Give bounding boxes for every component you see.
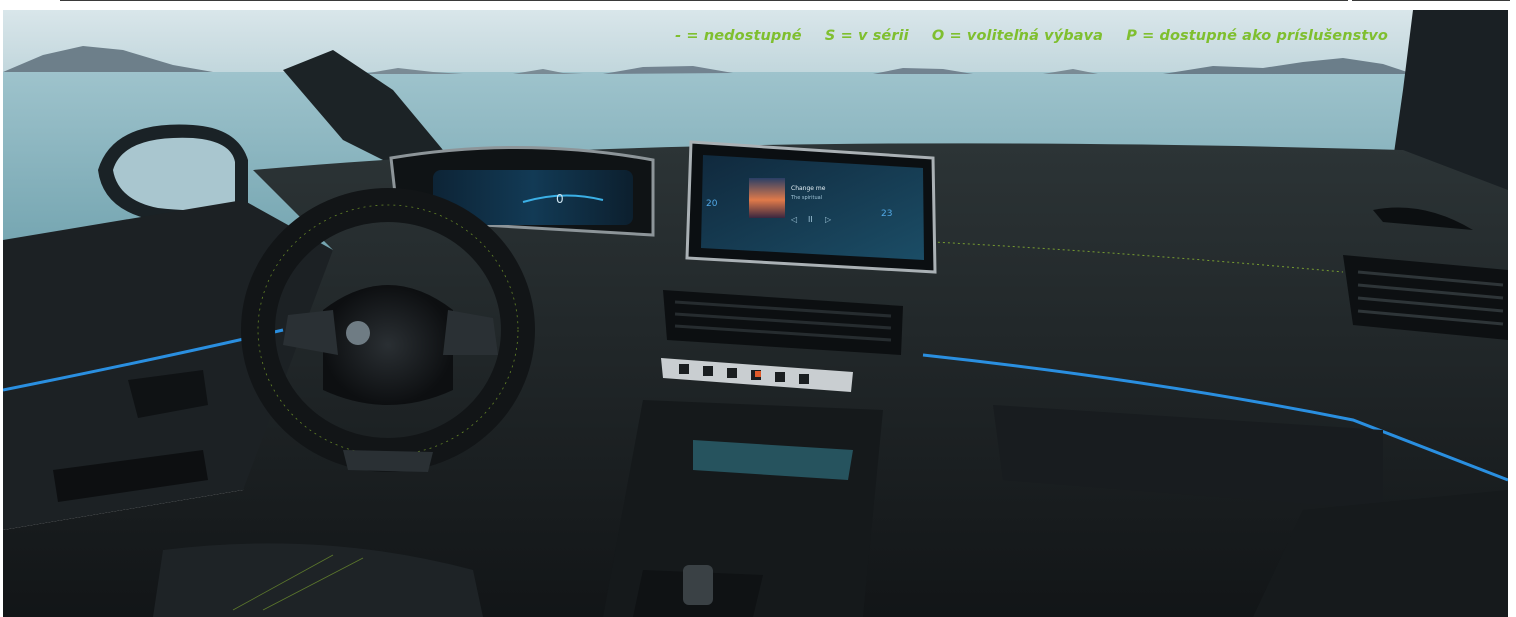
- legend-optional: O = voliteľná výbava: [931, 28, 1104, 44]
- legend-accessory: P = dostupné ako príslušenstvo: [1126, 28, 1388, 44]
- top-rule-right: [1352, 0, 1510, 1]
- legend-unavailable: - = nedostupné: [675, 28, 802, 44]
- equipment-legend: - = nedostupné S = v sérii O = voliteľná…: [675, 28, 1388, 44]
- screen-track-title: Change me: [791, 185, 826, 192]
- screen-temp-left: 20: [706, 199, 718, 209]
- screen-track-artist: The spiritual: [790, 195, 822, 201]
- top-rule-left: [60, 0, 1348, 1]
- svg-text:0: 0: [556, 192, 564, 206]
- car-interior-photo: 0 Change me The spiritual 20 23 ◁ II ▷: [3, 10, 1508, 617]
- legend-standard: S = v sérii: [824, 28, 909, 44]
- svg-text:◁: ◁: [790, 215, 797, 224]
- svg-text:II: II: [808, 215, 813, 224]
- screen-temp-right: 23: [881, 209, 892, 219]
- svg-text:▷: ▷: [825, 215, 832, 224]
